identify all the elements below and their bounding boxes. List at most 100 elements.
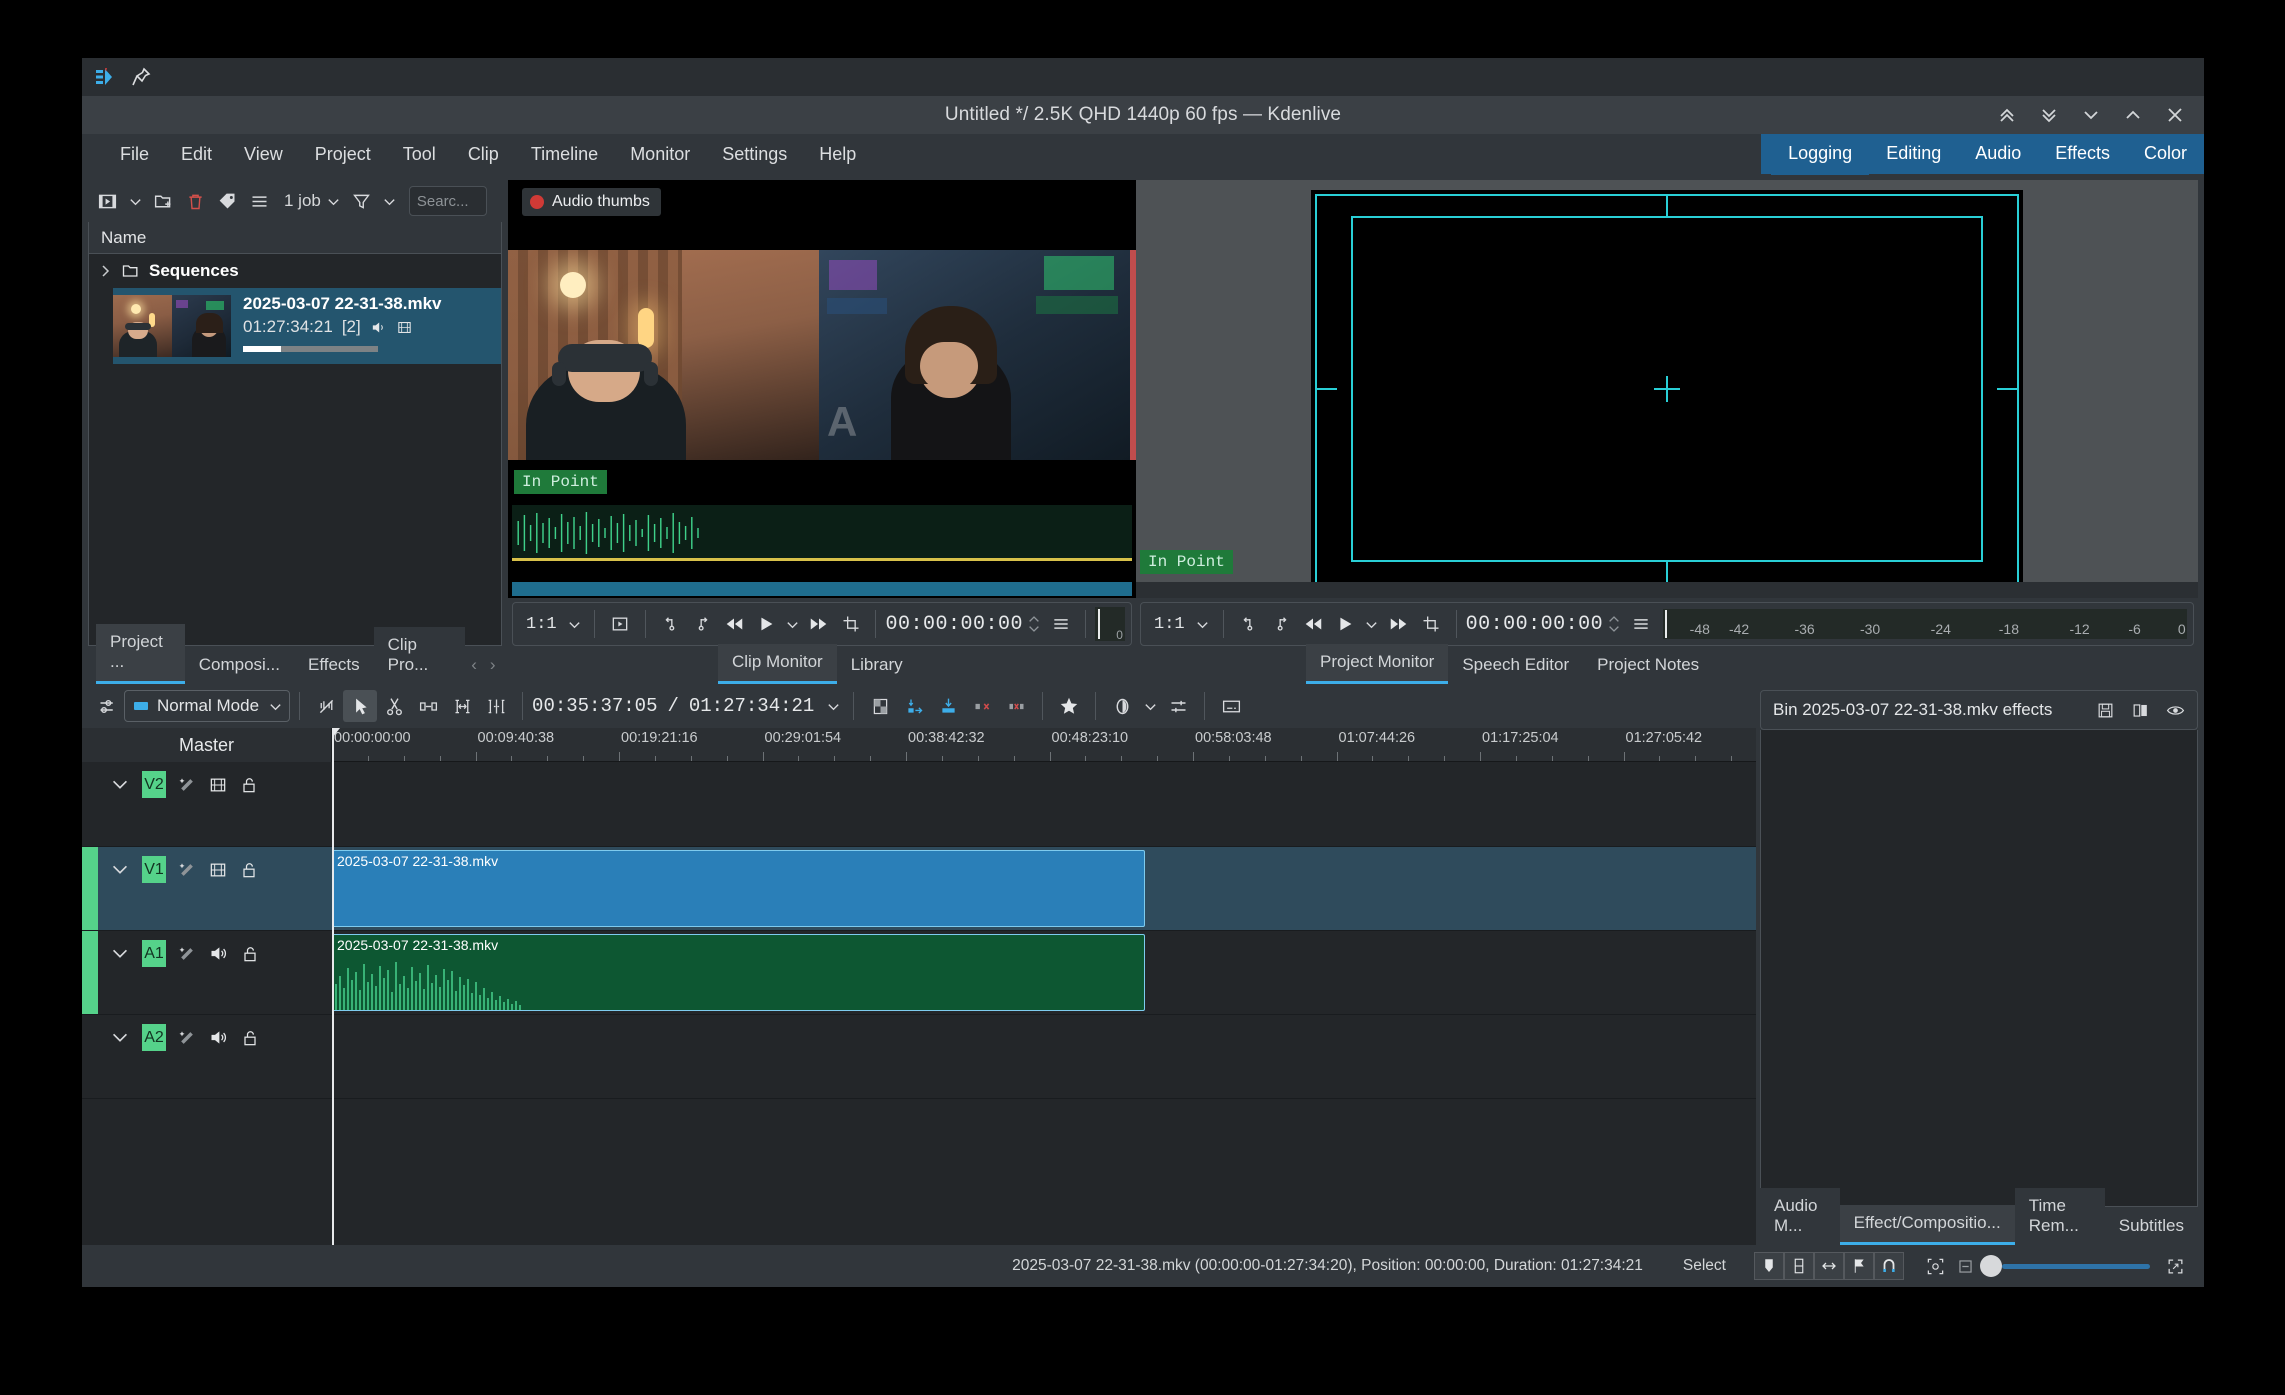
snap-frames-icon[interactable] <box>1784 1252 1814 1280</box>
timeline-ruler[interactable]: 00:00:00:00 00:09:40:38 00:19:21:16 00:29:0… <box>332 728 1756 762</box>
edit-mode-select[interactable]: Normal Mode <box>124 690 291 722</box>
track-effects-icon[interactable] <box>177 1028 197 1048</box>
menu-file[interactable]: File <box>104 139 165 170</box>
tab-compositions[interactable]: Composi... <box>184 647 294 684</box>
menu-help[interactable]: Help <box>803 139 872 170</box>
workspace-tab-logging[interactable]: Logging <box>1771 133 1870 175</box>
timeline-position-timecode[interactable]: 00:35:37:05 <box>532 695 657 717</box>
clip-zoom-dropdown-icon[interactable] <box>564 611 586 637</box>
tab-effects[interactable]: Effects <box>294 647 374 684</box>
timeline-zoom-slider[interactable] <box>1980 1254 2150 1278</box>
fit-zoom-icon[interactable] <box>1920 1252 1950 1280</box>
roll-tool-icon[interactable] <box>479 690 513 722</box>
track-collapse-icon[interactable] <box>109 1027 131 1049</box>
effect-stack-list[interactable] <box>1760 730 2198 1207</box>
mix-icon[interactable] <box>1814 1252 1844 1280</box>
minimize-button[interactable] <box>2080 104 2102 126</box>
track-effects-icon[interactable] <box>177 860 197 880</box>
tabs-scroll-left-icon[interactable]: ‹ <box>465 655 484 684</box>
magnet-icon[interactable] <box>1874 1252 1904 1280</box>
track-active-indicator-v2[interactable] <box>82 762 98 846</box>
filter-icon[interactable] <box>347 186 377 216</box>
chevron-right-icon[interactable] <box>97 263 113 279</box>
compare-split-icon[interactable] <box>2131 701 2150 720</box>
audio-mix-icon[interactable] <box>1105 690 1139 722</box>
tab-project-monitor[interactable]: Project Monitor <box>1306 644 1449 684</box>
subtitle-track-icon[interactable] <box>1214 690 1248 722</box>
tab-subtitles[interactable]: Subtitles <box>2104 1208 2198 1245</box>
track-audio-toggle-icon[interactable] <box>208 943 229 964</box>
project-set-zone-in-icon[interactable] <box>1233 609 1265 639</box>
track-label-a2[interactable]: A2 <box>142 1024 166 1051</box>
project-play-options-dropdown-icon[interactable] <box>1361 611 1383 637</box>
use-zone-icon[interactable] <box>835 609 867 639</box>
lift-zone-icon[interactable] <box>999 690 1033 722</box>
hamburger-icon[interactable] <box>244 186 274 216</box>
project-monitor-menu-icon[interactable] <box>1625 609 1657 639</box>
razor-tool-icon[interactable] <box>377 690 411 722</box>
track-effects-icon[interactable] <box>177 944 197 964</box>
track-header-a2[interactable]: A2 <box>82 1015 332 1099</box>
search-input[interactable]: Searc... <box>408 186 487 216</box>
timecode-spinner-icon[interactable] <box>1023 611 1045 637</box>
edit-mode-dropdown-icon[interactable] <box>268 699 283 714</box>
audio-mix-dropdown-icon[interactable] <box>1139 693 1161 719</box>
track-collapse-icon[interactable] <box>109 943 131 965</box>
timeline-settings-icon[interactable] <box>90 690 124 722</box>
shade-down-button[interactable] <box>2038 104 2060 126</box>
mix-clips-icon[interactable] <box>309 690 343 722</box>
timecode-menu-dropdown-icon[interactable] <box>822 693 844 719</box>
set-zone-in-icon[interactable] <box>655 609 687 639</box>
clip-monitor-zoom-ratio[interactable]: 1:1 <box>519 615 564 634</box>
shade-up-button[interactable] <box>1996 104 2018 126</box>
close-button[interactable] <box>2164 104 2186 126</box>
workspace-tab-effects[interactable]: Effects <box>2038 134 2127 175</box>
menu-clip[interactable]: Clip <box>452 139 515 170</box>
clip-monitor-seek-bar[interactable] <box>512 582 1132 596</box>
spacer-tool-icon[interactable] <box>411 690 445 722</box>
select-tool-icon[interactable] <box>343 690 378 722</box>
workspace-tab-audio[interactable]: Audio <box>1958 134 2038 175</box>
menu-monitor[interactable]: Monitor <box>614 139 706 170</box>
track-video-toggle-icon[interactable] <box>208 860 228 880</box>
play-icon[interactable] <box>750 609 782 639</box>
pin-icon[interactable] <box>130 66 152 88</box>
track-label-v2[interactable]: V2 <box>142 771 166 798</box>
delete-icon[interactable] <box>180 186 210 216</box>
track-body-v1[interactable]: 2025-03-07 22-31-38.mkv <box>332 847 1756 931</box>
track-effects-icon[interactable] <box>177 775 197 795</box>
project-rewind-icon[interactable] <box>1297 609 1329 639</box>
overwrite-zone-icon[interactable] <box>931 690 965 722</box>
clip-monitor-menu-icon[interactable] <box>1045 609 1077 639</box>
tab-audio-mixer[interactable]: Audio M... <box>1760 1188 1840 1245</box>
extract-zone-icon[interactable] <box>965 690 999 722</box>
timeline-playhead[interactable] <box>332 728 340 1245</box>
project-monitor-timecode[interactable]: 00:00:00:00 <box>1466 613 1604 636</box>
tab-project-notes[interactable]: Project Notes <box>1583 647 1714 684</box>
track-header-a1[interactable]: A1 <box>82 931 332 1015</box>
filter-dropdown-icon[interactable] <box>379 188 401 214</box>
project-monitor-zoom-ratio[interactable]: 1:1 <box>1147 615 1192 634</box>
menu-edit[interactable]: Edit <box>165 139 228 170</box>
project-monitor-view[interactable]: In Point <box>1136 180 2198 598</box>
zoom-in-icon[interactable] <box>2160 1252 2190 1280</box>
add-clip-icon[interactable] <box>92 186 122 216</box>
guide-icon[interactable] <box>1844 1252 1874 1280</box>
track-body-v2[interactable] <box>332 762 1756 847</box>
track-lock-icon[interactable] <box>240 944 260 964</box>
track-lock-icon[interactable] <box>239 775 259 795</box>
add-clip-dropdown-icon[interactable] <box>124 188 146 214</box>
track-active-indicator-v1[interactable] <box>82 847 98 930</box>
project-set-zone-out-icon[interactable] <box>1265 609 1297 639</box>
menu-view[interactable]: View <box>228 139 299 170</box>
track-active-indicator-a2[interactable] <box>82 1015 98 1098</box>
maximize-button[interactable] <box>2122 104 2144 126</box>
play-options-dropdown-icon[interactable] <box>781 611 803 637</box>
track-header-v1[interactable]: V1 <box>82 847 332 931</box>
track-body-a1[interactable]: 2025-03-07 22-31-38.mkv <box>332 931 1756 1015</box>
track-body-a2[interactable] <box>332 1015 1756 1099</box>
jobs-dropdown-icon[interactable] <box>323 188 345 214</box>
favorite-effects-icon[interactable] <box>1052 690 1086 722</box>
timeline-clip-a1[interactable]: 2025-03-07 22-31-38.mkv <box>332 934 1145 1011</box>
bin-folder-row[interactable]: Sequences <box>89 254 501 288</box>
